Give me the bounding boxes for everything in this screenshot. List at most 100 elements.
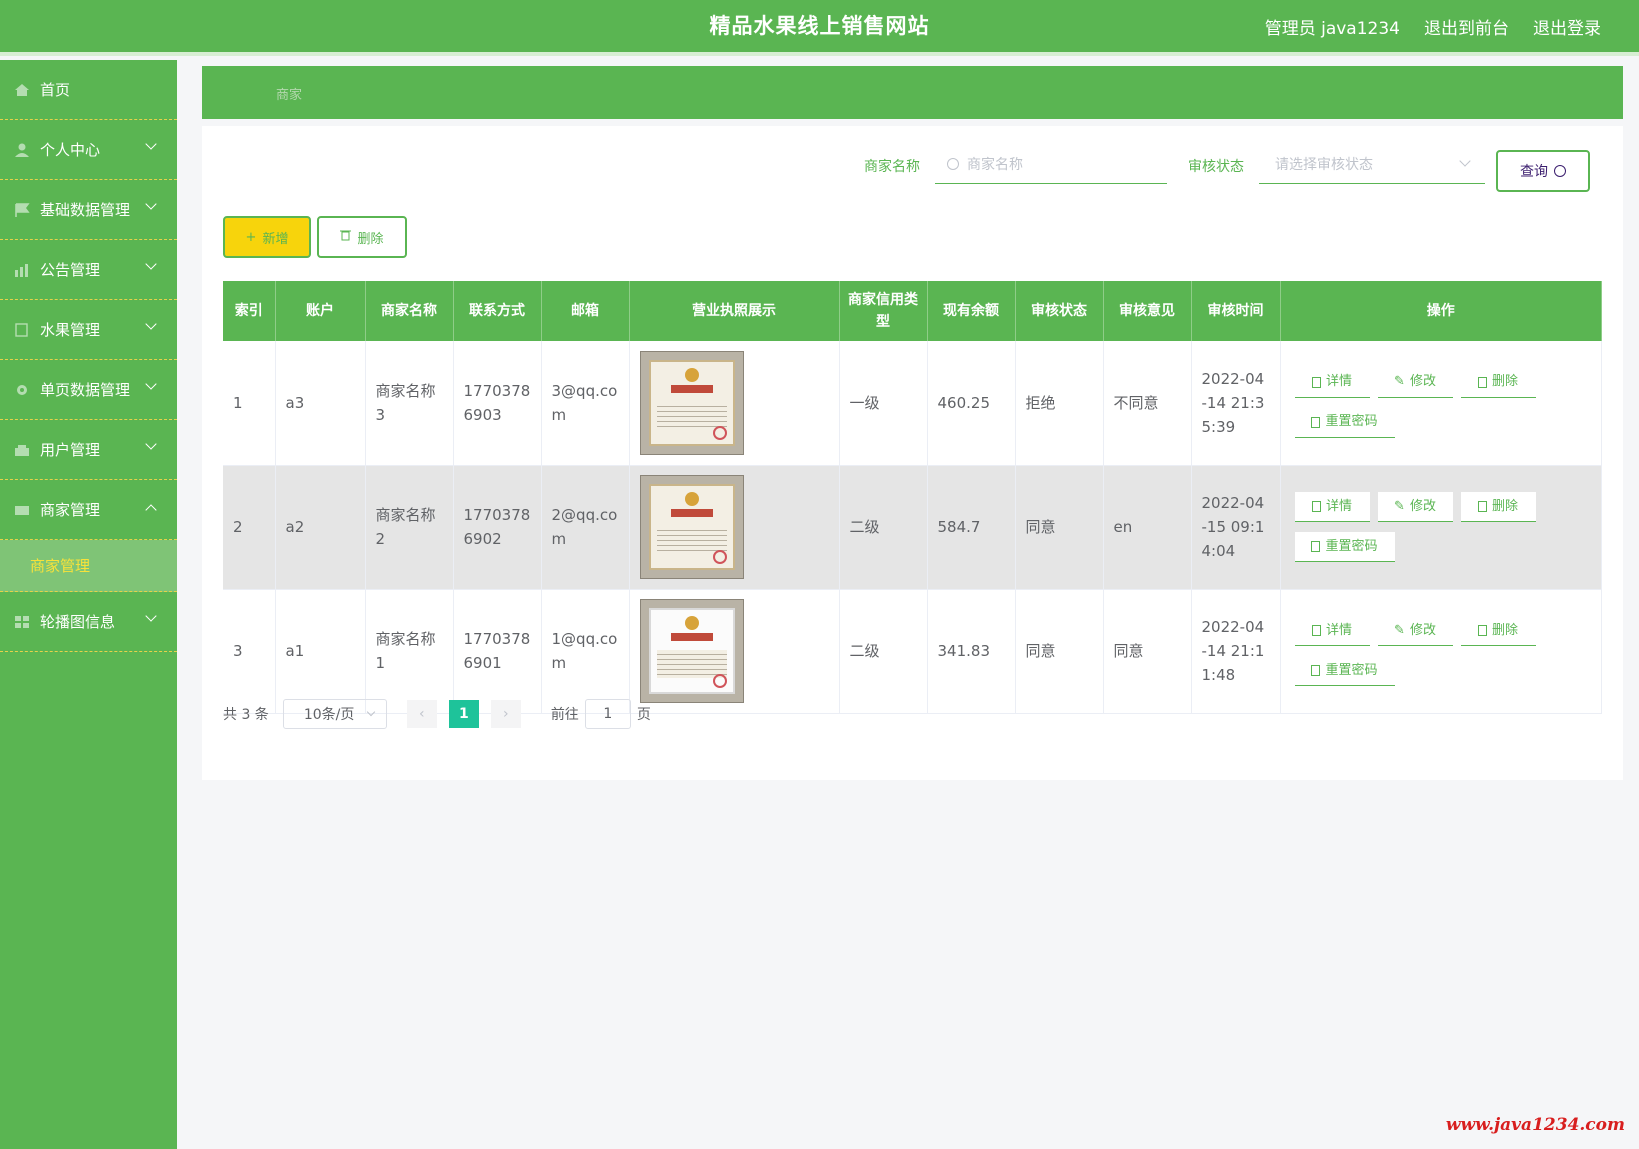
prev-page-button[interactable]: ‹ [406, 700, 437, 728]
cell-license [629, 589, 840, 714]
current-user: 管理员 java1234 [1264, 19, 1400, 39]
page-number-button[interactable]: 1 [448, 700, 479, 728]
column-header: 营业执照展示 [629, 281, 840, 341]
sidebar-item-base-data[interactable]: 基础数据管理 [0, 180, 177, 240]
cell-balance: 341.83 [927, 589, 1016, 714]
column-header: 商家名称 [365, 281, 454, 341]
watermark: www.java1234.com [1445, 1115, 1625, 1135]
add-button-label: 新增 [262, 231, 289, 247]
delete-button[interactable]: 删除 [1460, 368, 1536, 398]
sidebar-item-label: 公告管理 [40, 261, 101, 279]
sidebar-item-carousel[interactable]: 轮播图信息 [0, 592, 177, 652]
sidebar-item-home[interactable]: 首页 [0, 60, 177, 120]
detail-button[interactable]: 详情 [1294, 492, 1370, 522]
cell-name: 商家名称1 [365, 589, 454, 714]
page-suffix-label: 页 [636, 707, 651, 723]
sidebar-item-label: 水果管理 [40, 321, 101, 339]
document-icon [1311, 376, 1321, 388]
cell-credit: 一级 [839, 341, 928, 466]
query-button[interactable]: 查询 [1496, 150, 1590, 192]
delete-label: 删除 [1491, 498, 1518, 514]
cell-index: 1 [223, 341, 276, 466]
business-license-image[interactable] [639, 350, 744, 455]
column-header: 审核状态 [1015, 281, 1104, 341]
next-page-button[interactable]: › [490, 700, 521, 728]
column-header: 索引 [223, 281, 276, 341]
total-count: 共 3 条 [223, 707, 269, 723]
chevron-down-icon [145, 378, 157, 390]
detail-button[interactable]: 详情 [1294, 616, 1370, 646]
cell-ops: 详情 ✎ 修改 删除 重置密码 [1280, 589, 1602, 714]
merchant-name-input[interactable]: 商家名称 [935, 144, 1167, 184]
chevron-down-icon [145, 610, 157, 622]
cell-email: 2@qq.com [541, 465, 630, 590]
detail-button[interactable]: 详情 [1294, 368, 1370, 398]
breadcrumb[interactable]: 商家 [276, 84, 302, 103]
page-jump-input[interactable]: 1 [584, 699, 631, 729]
sidebar-item-profile[interactable]: 个人中心 [0, 120, 177, 180]
delete-button[interactable]: 删除 [1460, 616, 1536, 646]
page-size-select[interactable]: 10条/页 [282, 699, 387, 729]
table-row: 3 a1 商家名称1 17703786901 1@qq.com 二级 341.8… [223, 589, 1602, 714]
sidebar-item-label: 个人中心 [40, 141, 101, 159]
sidebar-item-single-page[interactable]: 单页数据管理 [0, 360, 177, 420]
chevron-down-icon [145, 318, 157, 330]
delete-label: 删除 [1491, 622, 1518, 638]
trash-icon [1477, 625, 1487, 636]
table-header-row: 索引 账户 商家名称 联系方式 邮箱 营业执照展示 商家信用类型 现有余额 审核… [223, 281, 1602, 341]
business-license-image[interactable] [639, 475, 744, 579]
query-button-label: 查询 [1520, 164, 1548, 180]
cell-balance: 460.25 [927, 341, 1016, 466]
edit-label: 修改 [1409, 498, 1436, 514]
sidebar-subitem-merchant-manage[interactable]: 商家管理 [0, 540, 177, 592]
cell-account: a3 [275, 341, 366, 466]
reset-label: 重置密码 [1325, 662, 1378, 678]
column-header: 审核时间 [1191, 281, 1281, 341]
chevron-right-icon: › [503, 706, 509, 722]
logout-link[interactable]: 退出登录 [1533, 14, 1601, 39]
back-to-front-link[interactable]: 退出到前台 [1424, 14, 1509, 39]
edit-label: 修改 [1409, 622, 1436, 638]
cell-phone: 17703786902 [453, 465, 542, 590]
detail-label: 详情 [1325, 622, 1352, 638]
document-icon [1311, 501, 1321, 512]
cell-time: 2022-04-14 21:35:39 [1191, 341, 1281, 466]
cell-opinion: 同意 [1103, 589, 1192, 714]
sidebar-item-users[interactable]: 用户管理 [0, 420, 177, 480]
column-header: 审核意见 [1103, 281, 1192, 341]
cell-credit: 二级 [839, 589, 928, 714]
sidebar-item-merchant[interactable]: 商家管理 [0, 480, 177, 540]
add-button[interactable]: + 新增 [223, 216, 311, 258]
cell-email: 1@qq.com [541, 589, 630, 714]
edit-button[interactable]: ✎ 修改 [1377, 368, 1453, 398]
reset-password-button[interactable]: 重置密码 [1294, 408, 1395, 438]
delete-button[interactable]: 删除 [1460, 492, 1536, 522]
sidebar-item-fruit[interactable]: 水果管理 [0, 300, 177, 360]
sidebar-item-label: 单页数据管理 [40, 381, 131, 399]
review-status-select[interactable]: 请选择审核状态 [1259, 144, 1485, 184]
business-license-image[interactable] [639, 599, 744, 703]
merchant-name-placeholder: 商家名称 [967, 156, 1023, 173]
column-header: 现有余额 [927, 281, 1016, 341]
sidebar: 首页 个人中心 基础数据管理 公告管理 水果管理 单页数据管理 用户管理 商家管… [0, 60, 177, 1149]
grid-icon [14, 615, 30, 629]
delete-label: 删除 [1491, 374, 1518, 390]
edit-button[interactable]: ✎ 修改 [1377, 492, 1453, 522]
reset-password-button[interactable]: 重置密码 [1294, 532, 1395, 562]
chevron-down-icon [145, 198, 157, 210]
edit-button[interactable]: ✎ 修改 [1377, 616, 1453, 646]
chevron-down-icon [366, 707, 376, 717]
merchant-icon [14, 503, 30, 517]
edit-label: 修改 [1409, 374, 1436, 390]
reset-label: 重置密码 [1325, 414, 1378, 430]
batch-delete-button[interactable]: 删除 [317, 216, 407, 258]
cell-account: a2 [275, 465, 366, 590]
cell-balance: 584.7 [927, 465, 1016, 590]
trash-icon [1477, 501, 1487, 512]
sidebar-item-notice[interactable]: 公告管理 [0, 240, 177, 300]
reset-password-button[interactable]: 重置密码 [1294, 656, 1395, 686]
cell-status: 同意 [1015, 589, 1104, 714]
cell-credit: 二级 [839, 465, 928, 590]
plus-icon: + [245, 229, 257, 245]
gear-icon [14, 383, 30, 397]
